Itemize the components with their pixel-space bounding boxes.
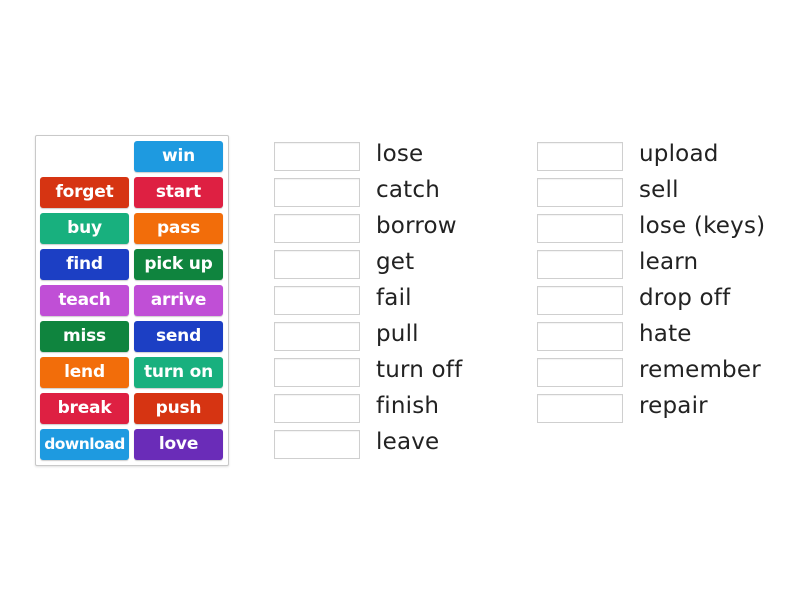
tile-start[interactable]: start [134, 177, 223, 208]
target-label: turn off [376, 357, 463, 383]
tile-pass[interactable]: pass [134, 213, 223, 244]
tile-push[interactable]: push [134, 393, 223, 424]
tile-buy[interactable]: buy [40, 213, 129, 244]
drop-slot[interactable] [274, 430, 360, 459]
tile-tray: win forget start buy pass find pick up t… [35, 135, 229, 466]
tile-break[interactable]: break [40, 393, 129, 424]
drop-slot[interactable] [537, 178, 623, 207]
drop-slot[interactable] [537, 322, 623, 351]
target-label: get [376, 249, 415, 275]
target-label: lose (keys) [639, 213, 766, 239]
tile-pick-up[interactable]: pick up [134, 249, 223, 280]
tile-turn-on[interactable]: turn on [134, 357, 223, 388]
target-label: repair [639, 393, 708, 419]
drop-slot[interactable] [274, 322, 360, 351]
drop-slot[interactable] [274, 394, 360, 423]
drop-slot[interactable] [274, 250, 360, 279]
drop-slot[interactable] [274, 286, 360, 315]
drop-slot[interactable] [537, 214, 623, 243]
tile-teach[interactable]: teach [40, 285, 129, 316]
target-label: remember [639, 357, 761, 383]
target-label: sell [639, 177, 679, 203]
target-label: finish [376, 393, 440, 419]
tile-win[interactable]: win [134, 141, 223, 172]
tile-send[interactable]: send [134, 321, 223, 352]
target-label: leave [376, 429, 440, 455]
target-label: borrow [376, 213, 457, 239]
tile-love[interactable]: love [134, 429, 223, 460]
target-label: learn [639, 249, 699, 275]
tile-miss[interactable]: miss [40, 321, 129, 352]
target-label: catch [376, 177, 440, 203]
tile-arrive[interactable]: arrive [134, 285, 223, 316]
tile-forget[interactable]: forget [40, 177, 129, 208]
target-label: pull [376, 321, 419, 347]
drop-slot[interactable] [537, 250, 623, 279]
tile-download[interactable]: download [40, 429, 129, 460]
drop-slot[interactable] [537, 286, 623, 315]
target-label: upload [639, 141, 719, 167]
drop-slot[interactable] [537, 394, 623, 423]
drop-slot[interactable] [537, 358, 623, 387]
target-label: fail [376, 285, 412, 311]
drop-slot[interactable] [274, 214, 360, 243]
drop-slot[interactable] [274, 178, 360, 207]
tile-lend[interactable]: lend [40, 357, 129, 388]
target-label: lose [376, 141, 424, 167]
target-label: drop off [639, 285, 731, 311]
tile-find[interactable]: find [40, 249, 129, 280]
drop-slot[interactable] [274, 142, 360, 171]
drop-slot[interactable] [274, 358, 360, 387]
target-label: hate [639, 321, 692, 347]
drop-slot[interactable] [537, 142, 623, 171]
